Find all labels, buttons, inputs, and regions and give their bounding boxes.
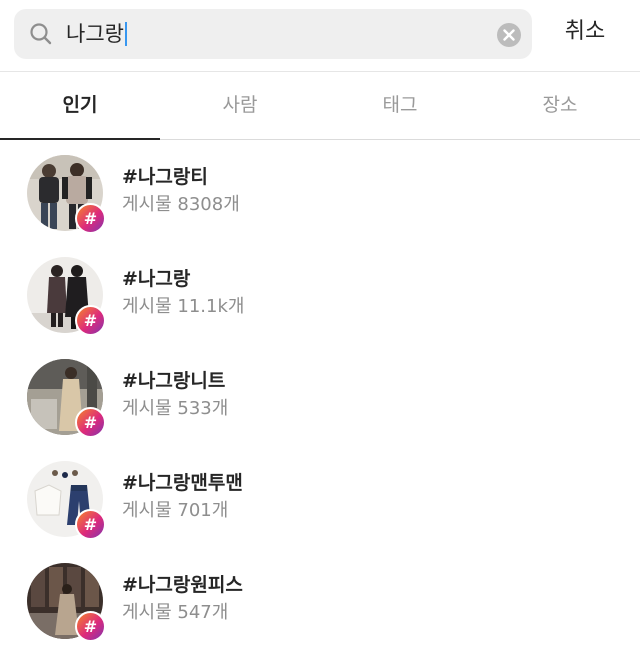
list-item[interactable]: # #나그랑원피스 게시물 547개: [0, 558, 640, 652]
search-input[interactable]: 나그랑: [66, 20, 127, 48]
hashtag-name: #나그랑니트: [122, 370, 226, 392]
tab-tags[interactable]: 태그: [320, 72, 480, 140]
thumbnail: #: [27, 461, 106, 540]
text-caret: [124, 22, 127, 46]
active-tab-indicator: [0, 138, 160, 140]
post-count: 게시물 701개: [122, 500, 229, 521]
search-bar: 나그랑 취소: [0, 0, 640, 72]
search-field[interactable]: 나그랑: [14, 9, 532, 59]
results-list: # #나그랑티 게시물 8308개 # #나그랑 게시물 11.1k개 # #나…: [0, 150, 640, 652]
list-item[interactable]: # #나그랑니트 게시물 533개: [0, 354, 640, 456]
tab-popular[interactable]: 인기: [0, 72, 160, 140]
hashtag-name: #나그랑: [122, 268, 191, 290]
search-icon: [30, 23, 52, 45]
thumbnail: #: [27, 155, 106, 234]
thumbnail: #: [27, 257, 106, 336]
tab-places[interactable]: 장소: [480, 72, 640, 140]
hashtag-icon: #: [75, 305, 106, 336]
hashtag-icon: #: [75, 509, 106, 540]
thumbnail: #: [27, 359, 106, 438]
search-query: 나그랑: [66, 22, 124, 46]
hashtag-icon: #: [75, 407, 106, 438]
hashtag-icon: #: [75, 203, 106, 234]
post-count: 게시물 8308개: [122, 194, 240, 215]
list-item[interactable]: # #나그랑 게시물 11.1k개: [0, 252, 640, 354]
post-count: 게시물 11.1k개: [122, 296, 245, 317]
hashtag-name: #나그랑원피스: [122, 574, 243, 596]
list-item[interactable]: # #나그랑맨투맨 게시물 701개: [0, 456, 640, 558]
tab-bar: 인기 사람 태그 장소: [0, 72, 640, 140]
post-count: 게시물 533개: [122, 398, 229, 419]
cancel-button[interactable]: 취소: [548, 17, 622, 47]
post-count: 게시물 547개: [122, 602, 229, 623]
thumbnail: #: [27, 563, 106, 642]
hashtag-icon: #: [75, 611, 106, 642]
hashtag-name: #나그랑맨투맨: [122, 472, 243, 494]
hashtag-name: #나그랑티: [122, 166, 208, 188]
tab-people[interactable]: 사람: [160, 72, 320, 140]
clear-icon[interactable]: [496, 22, 522, 48]
list-item[interactable]: # #나그랑티 게시물 8308개: [0, 150, 640, 252]
